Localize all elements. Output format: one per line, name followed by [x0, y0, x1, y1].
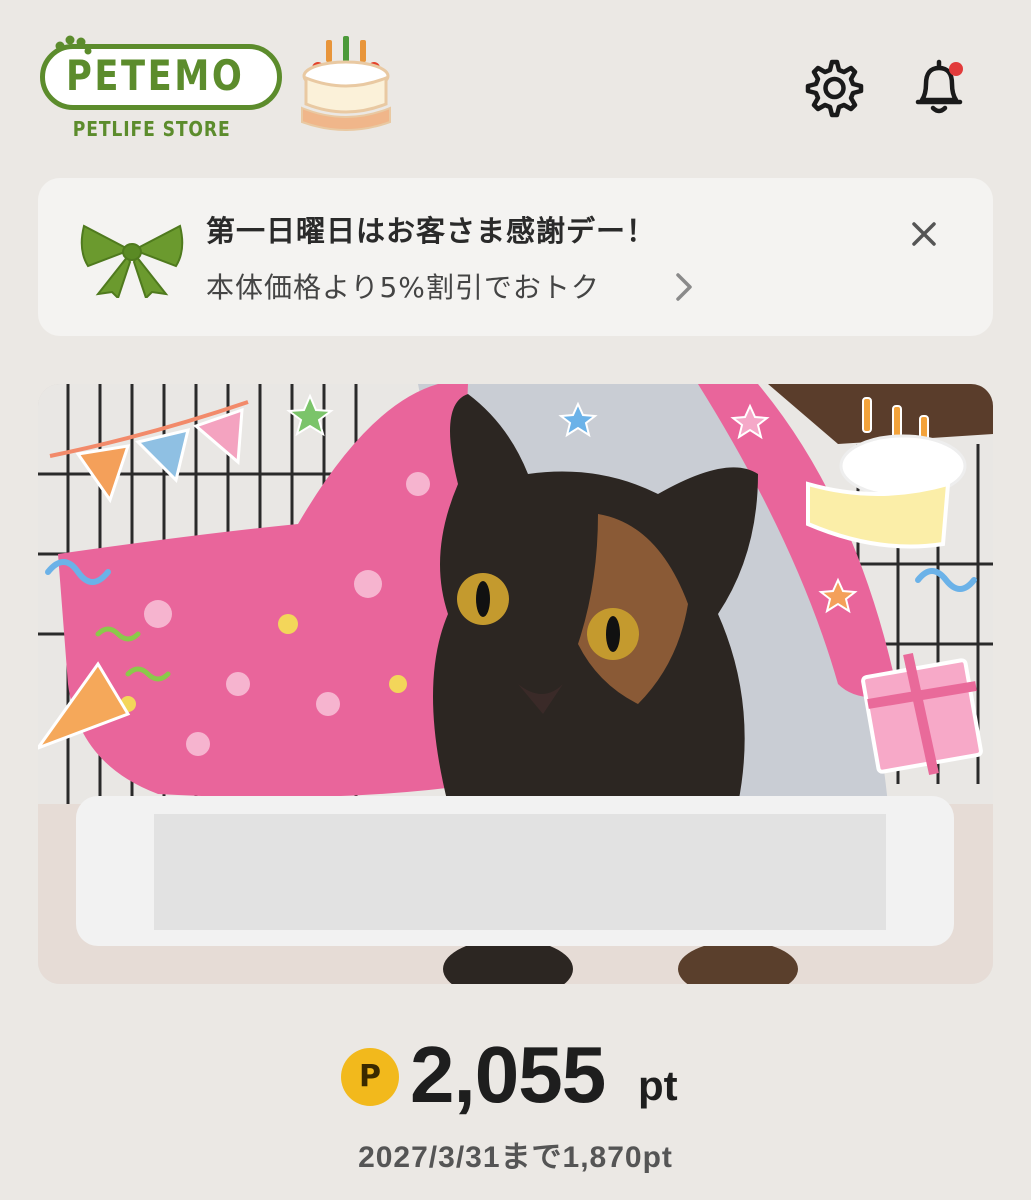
promo-banner[interactable]: 第一日曜日はお客さま感謝デー！ 本体価格より5%割引でおトク	[38, 178, 993, 336]
logo-text: PETEMO	[66, 51, 245, 100]
birthday-cake-icon	[301, 36, 391, 131]
point-coin-icon: P	[341, 1048, 399, 1106]
pet-name-field	[154, 814, 886, 930]
pet-photo-card[interactable]	[38, 384, 993, 984]
notification-dot	[949, 62, 963, 76]
points-expiry-note: 2027/3/31まで1,870pt	[358, 1141, 673, 1174]
ribbon-icon	[80, 224, 184, 298]
logo-subtitle: PETLIFE STORE	[72, 117, 231, 141]
points-summary[interactable]: P 2,055 pt	[0, 1030, 1031, 1120]
gear-icon[interactable]	[800, 56, 864, 120]
pet-name-plate	[76, 796, 954, 946]
bell-icon[interactable]	[910, 56, 972, 118]
chevron-right-icon	[676, 273, 692, 301]
points-unit: pt	[638, 1062, 678, 1109]
close-icon[interactable]	[908, 218, 940, 250]
points-balance: 2,055	[410, 1030, 606, 1119]
banner-subtitle: 本体価格より5%割引でおトク	[206, 271, 600, 304]
banner-title: 第一日曜日はお客さま感謝デー！	[206, 214, 657, 248]
app-header: PETEMO PETLIFE STORE	[0, 0, 1031, 160]
